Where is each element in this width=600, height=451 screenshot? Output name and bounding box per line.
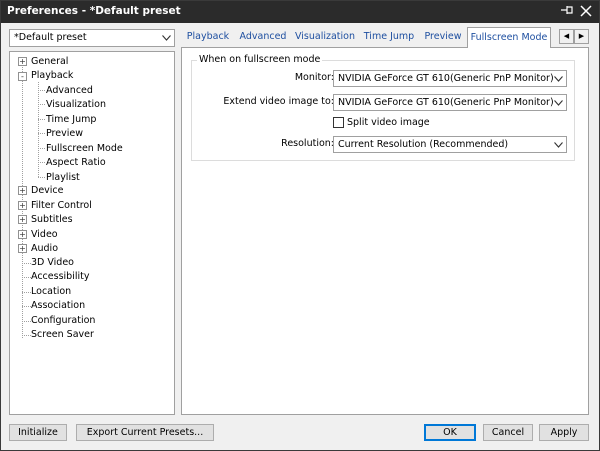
pin-icon[interactable] <box>559 3 575 21</box>
tree-connector <box>22 62 23 338</box>
export-presets-button[interactable]: Export Current Presets... <box>76 424 214 441</box>
expand-icon[interactable]: + <box>18 186 27 195</box>
tree-item-device[interactable]: Device <box>31 184 64 198</box>
tree-connector <box>22 263 31 264</box>
extend-dropdown-value: NVIDIA GeForce GT 610(Generic PnP Monito… <box>338 97 554 108</box>
triangle-left-icon[interactable]: ◀ <box>559 29 574 44</box>
tree-item-3d-video[interactable]: 3D Video <box>31 256 74 270</box>
extend-dropdown[interactable]: NVIDIA GeForce GT 610(Generic PnP Monito… <box>333 94 567 111</box>
tree-item-location[interactable]: Location <box>31 285 71 299</box>
collapse-icon[interactable]: - <box>18 72 27 81</box>
monitor-dropdown-value: NVIDIA GeForce GT 610(Generic PnP Monito… <box>338 73 554 84</box>
chevron-down-icon <box>158 30 174 46</box>
tree-item-association[interactable]: Association <box>31 299 85 313</box>
chevron-down-icon <box>550 95 566 110</box>
close-icon[interactable] <box>577 2 595 22</box>
tree-item-filter-control[interactable]: Filter Control <box>31 199 92 213</box>
expand-icon[interactable]: + <box>18 201 27 210</box>
tree-item-aspect-ratio[interactable]: Aspect Ratio <box>46 156 106 170</box>
tree-connector <box>38 104 45 105</box>
tree-connector <box>38 119 45 120</box>
expand-icon[interactable]: + <box>18 230 27 239</box>
tree-connector <box>38 177 45 178</box>
tree-connector <box>38 148 45 149</box>
tree-connector <box>22 321 31 322</box>
tab-visualization[interactable]: Visualization <box>293 29 357 46</box>
expand-icon[interactable]: + <box>18 244 27 253</box>
tree-connector <box>22 292 31 293</box>
settings-tree[interactable]: + - + + + + + General Playback Advanced … <box>9 51 175 415</box>
window-title: Preferences - *Default preset <box>7 5 181 17</box>
split-video-checkbox[interactable] <box>333 117 344 128</box>
tree-item-playlist[interactable]: Playlist <box>46 171 80 185</box>
tree-item-visualization[interactable]: Visualization <box>46 98 106 112</box>
preset-dropdown-value: *Default preset <box>14 32 87 43</box>
tree-connector <box>22 335 31 336</box>
monitor-dropdown[interactable]: NVIDIA GeForce GT 610(Generic PnP Monito… <box>333 70 567 87</box>
tree-connector <box>38 133 45 134</box>
resolution-label: Resolution: <box>281 138 334 149</box>
ok-button[interactable]: OK <box>424 424 476 441</box>
preferences-window: Preferences - *Default preset *Default p… <box>0 0 600 451</box>
expand-icon[interactable]: + <box>18 57 27 66</box>
tab-playback[interactable]: Playback <box>183 29 233 46</box>
resolution-dropdown-value: Current Resolution (Recommended) <box>338 139 509 150</box>
group-title: When on fullscreen mode <box>197 54 323 66</box>
cancel-button[interactable]: Cancel <box>483 424 533 441</box>
initialize-button[interactable]: Initialize <box>9 424 67 441</box>
tree-item-screen-saver[interactable]: Screen Saver <box>31 328 94 342</box>
title-bar[interactable]: Preferences - *Default preset <box>1 1 599 23</box>
tab-scroll-buttons: ◀ ▶ <box>559 29 589 44</box>
tab-time-jump[interactable]: Time Jump <box>361 29 417 46</box>
triangle-right-icon[interactable]: ▶ <box>574 29 589 44</box>
fullscreen-group: When on fullscreen mode Monitor: NVIDIA … <box>191 54 575 161</box>
tree-connector <box>38 162 45 163</box>
tree-connector <box>22 277 31 278</box>
apply-button[interactable]: Apply <box>539 424 589 441</box>
tree-item-fullscreen-mode[interactable]: Fullscreen Mode <box>46 142 123 156</box>
tree-item-preview[interactable]: Preview <box>46 127 83 141</box>
expand-icon[interactable]: + <box>18 215 27 224</box>
split-video-label[interactable]: Split video image <box>347 117 430 129</box>
tree-item-audio[interactable]: Audio <box>31 242 58 256</box>
tree-connector <box>38 90 45 91</box>
tree-connector <box>22 306 31 307</box>
chevron-down-icon <box>550 71 566 86</box>
tree-item-accessibility[interactable]: Accessibility <box>31 270 89 284</box>
tree-item-time-jump[interactable]: Time Jump <box>46 113 96 127</box>
tab-preview[interactable]: Preview <box>421 29 465 46</box>
tab-strip: Playback Advanced Visualization Time Jum… <box>181 27 589 48</box>
tree-item-advanced[interactable]: Advanced <box>46 84 93 98</box>
monitor-label: Monitor: <box>294 72 334 83</box>
tab-fullscreen-mode[interactable]: Fullscreen Mode <box>467 27 551 48</box>
tab-advanced[interactable]: Advanced <box>236 29 290 46</box>
tree-item-subtitles[interactable]: Subtitles <box>31 213 73 227</box>
tree-item-playback[interactable]: Playback <box>31 69 73 83</box>
preset-dropdown[interactable]: *Default preset <box>9 29 175 47</box>
tree-item-video[interactable]: Video <box>31 228 58 242</box>
resolution-dropdown[interactable]: Current Resolution (Recommended) <box>333 136 567 153</box>
fullscreen-mode-panel: When on fullscreen mode Monitor: NVIDIA … <box>181 47 589 415</box>
tree-item-general[interactable]: General <box>31 55 68 69</box>
tree-item-configuration[interactable]: Configuration <box>31 314 95 328</box>
chevron-down-icon <box>550 137 566 152</box>
extend-label: Extend video image to: <box>223 96 334 107</box>
